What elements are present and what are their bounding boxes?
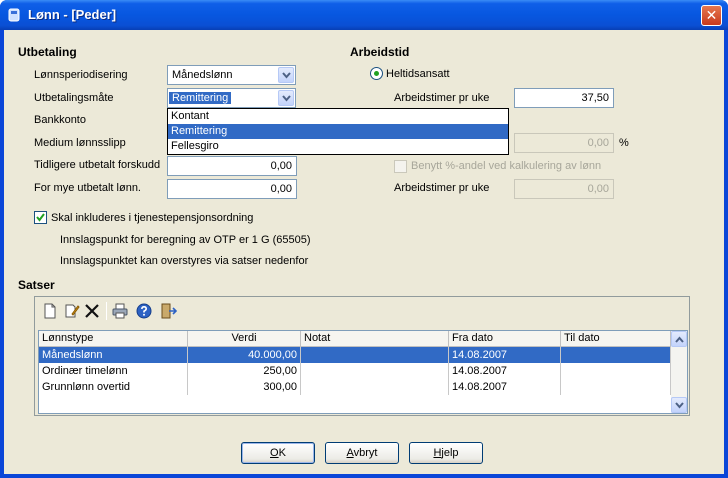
heltidsansatt-radio[interactable] [370, 67, 383, 80]
chevron-up-icon [675, 336, 684, 343]
scroll-up-button[interactable] [671, 331, 687, 347]
avbryt-label: vbryt [353, 447, 378, 459]
cell-notat [301, 363, 449, 379]
checkmark-icon [36, 213, 45, 222]
table-row[interactable]: Månedslønn 40.000,00 14.08.2007 [39, 347, 671, 363]
chevron-down-icon [282, 95, 291, 102]
vertical-scrollbar[interactable] [671, 331, 687, 413]
dropdown-arrow[interactable] [278, 90, 294, 106]
avbryt-mnemonic: A [346, 447, 354, 459]
arbeidstimer2-field: 0,00 [514, 179, 614, 199]
cell-til-dato [561, 363, 671, 379]
cell-lonnstype: Månedslønn [39, 347, 188, 363]
app-icon [8, 8, 20, 22]
satser-heading: Satser [18, 278, 55, 292]
tjenestepensjon-checkbox[interactable] [34, 211, 47, 224]
utbetalingsmate-dropdown-list: Kontant Remittering Fellesgiro [167, 108, 509, 155]
ok-label: K [278, 447, 286, 459]
dropdown-arrow[interactable] [278, 67, 294, 83]
satser-panel: Lønnstype Verdi Notat Fra dato Til dato … [34, 296, 690, 416]
close-icon: ✕ [705, 7, 718, 23]
column-header-lonnstype[interactable]: Lønnstype [39, 331, 188, 347]
tidligere-forskudd-label: Tidligere utbetalt forskudd [34, 159, 161, 171]
for-mye-utbetalt-field[interactable]: 0,00 [167, 179, 297, 199]
cell-fra-dato: 14.08.2007 [449, 379, 561, 395]
lonnsperiodisering-label: Lønnsperiodisering [34, 69, 128, 81]
cell-verdi: 40.000,00 [188, 347, 301, 363]
innslagspunkt-info-text: Innslagspunktet kan overstyres via satse… [60, 255, 309, 267]
arbeidstid-heading: Arbeidstid [350, 45, 410, 59]
radio-selected-dot [374, 71, 379, 76]
lonnsperiodisering-select[interactable]: Månedslønn [167, 65, 296, 85]
cell-til-dato [561, 379, 671, 395]
cell-notat [301, 379, 449, 395]
toolbar-separator [106, 302, 107, 320]
cancel-button[interactable]: Avbryt [325, 442, 399, 464]
help-button[interactable]: Hjelp [409, 442, 483, 464]
cell-verdi: 250,00 [188, 363, 301, 379]
benytt-prosent-label: Benytt %-andel ved kalkulering av lønn [411, 160, 602, 172]
help-icon[interactable] [135, 302, 153, 320]
print-icon[interactable] [111, 302, 129, 320]
arbeidstimer-label: Arbeidstimer pr uke [394, 92, 490, 104]
benytt-prosent-checkbox [394, 160, 407, 173]
column-header-verdi[interactable]: Verdi [188, 331, 301, 347]
column-header-notat[interactable]: Notat [301, 331, 449, 347]
column-header-fra-dato[interactable]: Fra dato [449, 331, 561, 347]
cell-verdi: 300,00 [188, 379, 301, 395]
cell-lonnstype: Ordinær timelønn [39, 363, 188, 379]
chevron-down-icon [282, 72, 291, 79]
tidligere-forskudd-field[interactable]: 0,00 [167, 156, 297, 176]
stillingsprosent-field: 0,00 [514, 133, 614, 153]
cell-notat [301, 347, 449, 363]
scroll-down-button[interactable] [671, 397, 687, 413]
chevron-down-icon [675, 402, 684, 409]
window-title: Lønn - [Peder] [28, 7, 117, 22]
new-icon[interactable] [41, 302, 59, 320]
title-bar[interactable]: Lønn - [Peder] ✕ [0, 0, 728, 30]
cell-fra-dato: 14.08.2007 [449, 347, 561, 363]
ok-mnemonic: O [270, 447, 279, 459]
dialog-window: Lønn - [Peder] ✕ Utbetaling Lønnsperiodi… [0, 0, 728, 478]
exit-icon[interactable] [159, 302, 177, 320]
dropdown-option-kontant[interactable]: Kontant [168, 109, 508, 124]
close-button[interactable]: ✕ [701, 5, 722, 26]
arbeidstimer2-label: Arbeidstimer pr uke [394, 182, 490, 194]
satser-grid: Lønnstype Verdi Notat Fra dato Til dato … [38, 330, 688, 414]
tjenestepensjon-label: Skal inkluderes i tjenestepensjonsordnin… [51, 212, 254, 224]
cell-til-dato [561, 347, 671, 363]
arbeidstimer-field[interactable]: 37,50 [514, 88, 614, 108]
table-row[interactable]: Grunnlønn overtid 300,00 14.08.2007 [39, 379, 671, 395]
hjelp-label: jelp [441, 447, 459, 459]
percent-unit: % [619, 137, 629, 149]
ok-button[interactable]: OK [241, 442, 315, 464]
delete-icon[interactable] [83, 302, 101, 320]
lonnsperiodisering-value: Månedslønn [172, 69, 233, 81]
bankkonto-label: Bankkonto [34, 114, 86, 126]
for-mye-utbetalt-label: For mye utbetalt lønn. [34, 182, 141, 194]
utbetalingsmate-select[interactable]: Remittering [167, 88, 296, 108]
utbetalingsmate-label: Utbetalingsmåte [34, 92, 114, 104]
edit-icon[interactable] [63, 302, 81, 320]
dropdown-option-fellesgiro[interactable]: Fellesgiro [168, 139, 508, 154]
otp-info-text: Innslagspunkt for beregning av OTP er 1 … [60, 234, 311, 246]
cell-lonnstype: Grunnlønn overtid [39, 379, 188, 395]
utbetaling-heading: Utbetaling [18, 45, 77, 59]
utbetalingsmate-value: Remittering [169, 92, 232, 104]
heltidsansatt-label: Heltidsansatt [386, 68, 450, 80]
cell-fra-dato: 14.08.2007 [449, 363, 561, 379]
dropdown-option-remittering[interactable]: Remittering [168, 124, 508, 139]
medium-lonnsslipp-label: Medium lønnsslipp [34, 137, 126, 149]
dialog-client: Utbetaling Lønnsperiodisering Månedslønn… [4, 30, 724, 474]
column-header-til-dato[interactable]: Til dato [561, 331, 671, 347]
table-row[interactable]: Ordinær timelønn 250,00 14.08.2007 [39, 363, 671, 379]
